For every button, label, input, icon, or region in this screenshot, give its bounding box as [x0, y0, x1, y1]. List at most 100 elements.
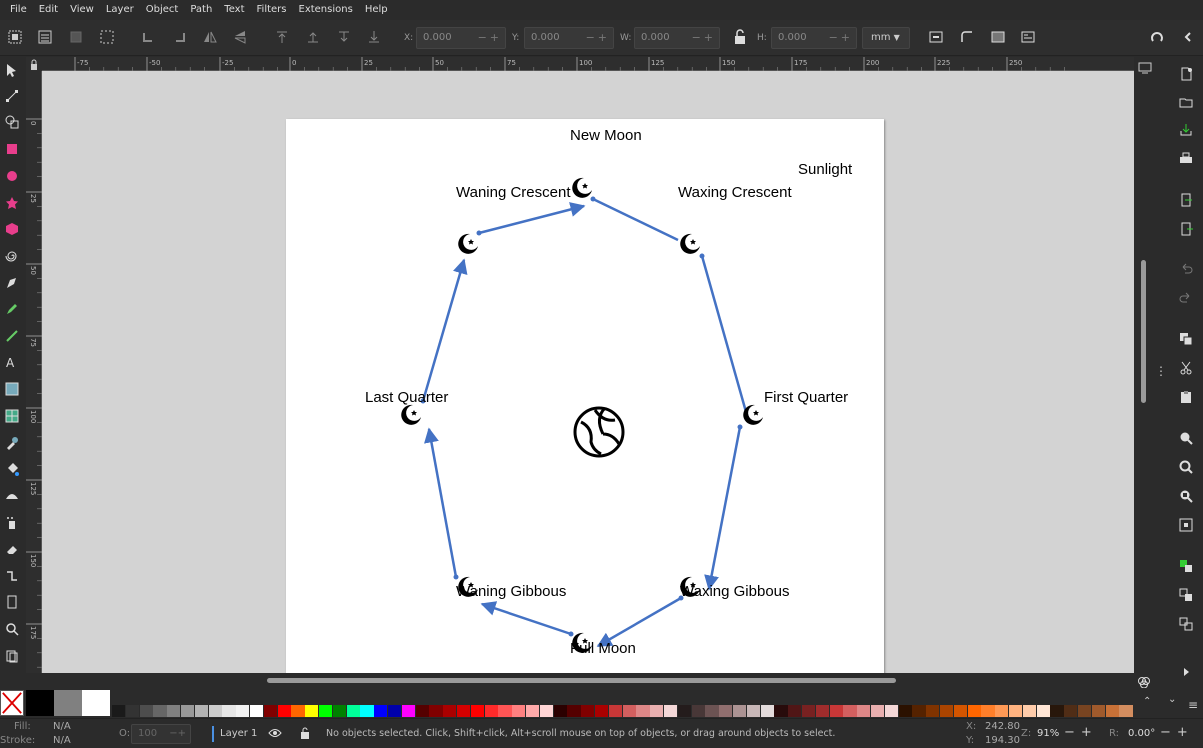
palette-swatch[interactable]	[898, 705, 912, 717]
mesh-tool-icon[interactable]	[3, 407, 21, 425]
x-field-value[interactable]: 0.000	[423, 32, 452, 43]
calligraphy-tool-icon[interactable]	[3, 327, 21, 345]
palette-swatch[interactable]	[346, 705, 360, 717]
palette-swatch[interactable]	[719, 705, 733, 717]
palette-swatch[interactable]	[595, 705, 609, 717]
palette-swatch[interactable]	[705, 705, 719, 717]
menu-file[interactable]: File	[4, 0, 33, 20]
palette-swatch[interactable]	[1078, 705, 1092, 717]
rotation-value[interactable]: 0.00°	[1128, 728, 1155, 739]
palette-swatch[interactable]	[677, 705, 692, 717]
paint-bucket-tool-icon[interactable]	[3, 460, 21, 478]
palette-swatch[interactable]	[277, 705, 291, 717]
palette-swatch[interactable]	[125, 705, 140, 717]
pen-tool-icon[interactable]	[3, 274, 21, 292]
palette-swatch[interactable]	[208, 705, 222, 717]
flip-horizontal-icon[interactable]	[200, 27, 220, 47]
palette-swatch[interactable]	[567, 705, 581, 717]
palette-swatch[interactable]	[429, 705, 443, 717]
palette-swatch[interactable]	[1050, 705, 1064, 717]
palette-swatch[interactable]	[815, 705, 830, 717]
h-field[interactable]: H: 0.000 −+	[757, 27, 857, 49]
palette-scroll-up-icon[interactable]: ⌃	[1143, 696, 1151, 707]
palette-swatch[interactable]	[167, 705, 181, 717]
menu-path[interactable]: Path	[184, 0, 218, 20]
palette-swatch[interactable]	[774, 705, 788, 717]
palette-swatch[interactable]	[388, 705, 402, 717]
palette-swatch[interactable]	[263, 705, 278, 717]
lower-to-bottom-icon[interactable]	[364, 27, 384, 47]
palette-swatch[interactable]	[733, 705, 747, 717]
palette-menu-icon[interactable]: ≡	[1188, 698, 1198, 712]
palette-swatch[interactable]	[319, 705, 333, 717]
palette-swatch[interactable]	[1119, 705, 1133, 717]
palette-swatch[interactable]	[1091, 705, 1106, 717]
open-document-icon[interactable]	[1177, 93, 1195, 111]
palette-swatch[interactable]	[470, 705, 485, 717]
palette-swatch[interactable]	[664, 705, 678, 717]
menu-view[interactable]: View	[64, 0, 100, 20]
palette-swatch[interactable]	[181, 705, 195, 717]
palette-swatch[interactable]	[457, 705, 471, 717]
palette-swatch[interactable]	[788, 705, 802, 717]
display-mode-icon[interactable]	[1138, 59, 1152, 78]
paste-icon[interactable]	[1177, 388, 1195, 406]
dropper-tool-icon[interactable]	[3, 434, 21, 452]
palette-swatch[interactable]	[539, 705, 554, 717]
copy-icon[interactable]	[1177, 330, 1195, 348]
scale-stroke-icon[interactable]	[926, 27, 946, 47]
palette-swatch[interactable]	[650, 705, 664, 717]
no-paint-swatch[interactable]	[0, 690, 24, 716]
palette-swatch[interactable]	[1105, 705, 1119, 717]
undo-icon[interactable]	[1177, 260, 1195, 278]
spiral-tool-icon[interactable]	[3, 247, 21, 265]
palette-swatch[interactable]	[1036, 705, 1050, 717]
current-layer[interactable]: Layer 1	[220, 728, 257, 739]
ruler-corner-lock-icon[interactable]	[26, 57, 42, 71]
menu-edit[interactable]: Edit	[33, 0, 64, 20]
palette-swatch[interactable]	[760, 705, 774, 717]
group-icon[interactable]	[1177, 557, 1195, 575]
x-stepper[interactable]: −+	[478, 28, 502, 48]
new-document-icon[interactable]	[1177, 65, 1195, 83]
gradient-tool-icon[interactable]	[3, 380, 21, 398]
palette-swatch-large[interactable]	[54, 690, 82, 716]
export-icon[interactable]	[1177, 220, 1195, 238]
spray-tool-icon[interactable]	[3, 514, 21, 532]
zoom-tool-icon[interactable]	[3, 620, 21, 638]
zoom-page-icon[interactable]	[1177, 487, 1195, 505]
move-patterns-icon[interactable]	[1018, 27, 1038, 47]
palette-swatch[interactable]	[843, 705, 857, 717]
vertical-ruler[interactable]: 0 25 50 75 100 125 150 175	[26, 71, 42, 673]
shape-builder-icon[interactable]	[3, 113, 21, 131]
palette-swatch[interactable]	[236, 705, 250, 717]
zoom-value[interactable]: 91%	[1037, 728, 1059, 739]
pages-tool-icon[interactable]	[3, 593, 21, 611]
palette-swatch[interactable]	[884, 705, 899, 717]
page[interactable]: New Moon Sunlight Waning Crescent Waxing…	[286, 119, 884, 673]
palette-swatch[interactable]	[608, 705, 623, 717]
layer-visibility-icon[interactable]	[268, 727, 282, 742]
y-stepper[interactable]: −+	[586, 28, 610, 48]
canvas[interactable]: New Moon Sunlight Waning Crescent Waxing…	[42, 71, 1134, 673]
rectangle-tool-icon[interactable]	[3, 140, 21, 158]
print-icon[interactable]	[1177, 150, 1195, 168]
palette-swatch[interactable]	[291, 705, 305, 717]
w-stepper[interactable]: −+	[692, 28, 716, 48]
more-options-icon[interactable]: ⋮	[1155, 364, 1167, 378]
menu-extensions[interactable]: Extensions	[293, 0, 359, 20]
palette-swatch[interactable]	[912, 705, 926, 717]
palette-swatch[interactable]	[1009, 705, 1023, 717]
palette-swatch[interactable]	[498, 705, 512, 717]
opacity-stepper[interactable]: −+	[169, 725, 186, 743]
palette-swatch[interactable]	[526, 705, 540, 717]
palette-swatch[interactable]	[415, 705, 429, 717]
eraser-tool-icon[interactable]	[3, 540, 21, 558]
connector-tool-icon[interactable]	[3, 567, 21, 585]
node-tool-icon[interactable]	[3, 87, 21, 105]
palette-scroll-down-icon[interactable]: ⌄	[1168, 694, 1176, 705]
h-stepper[interactable]: −+	[829, 28, 853, 48]
menu-object[interactable]: Object	[140, 0, 185, 20]
measure-tool-icon[interactable]	[3, 647, 21, 665]
snap-toggle-icon[interactable]	[1147, 27, 1167, 47]
